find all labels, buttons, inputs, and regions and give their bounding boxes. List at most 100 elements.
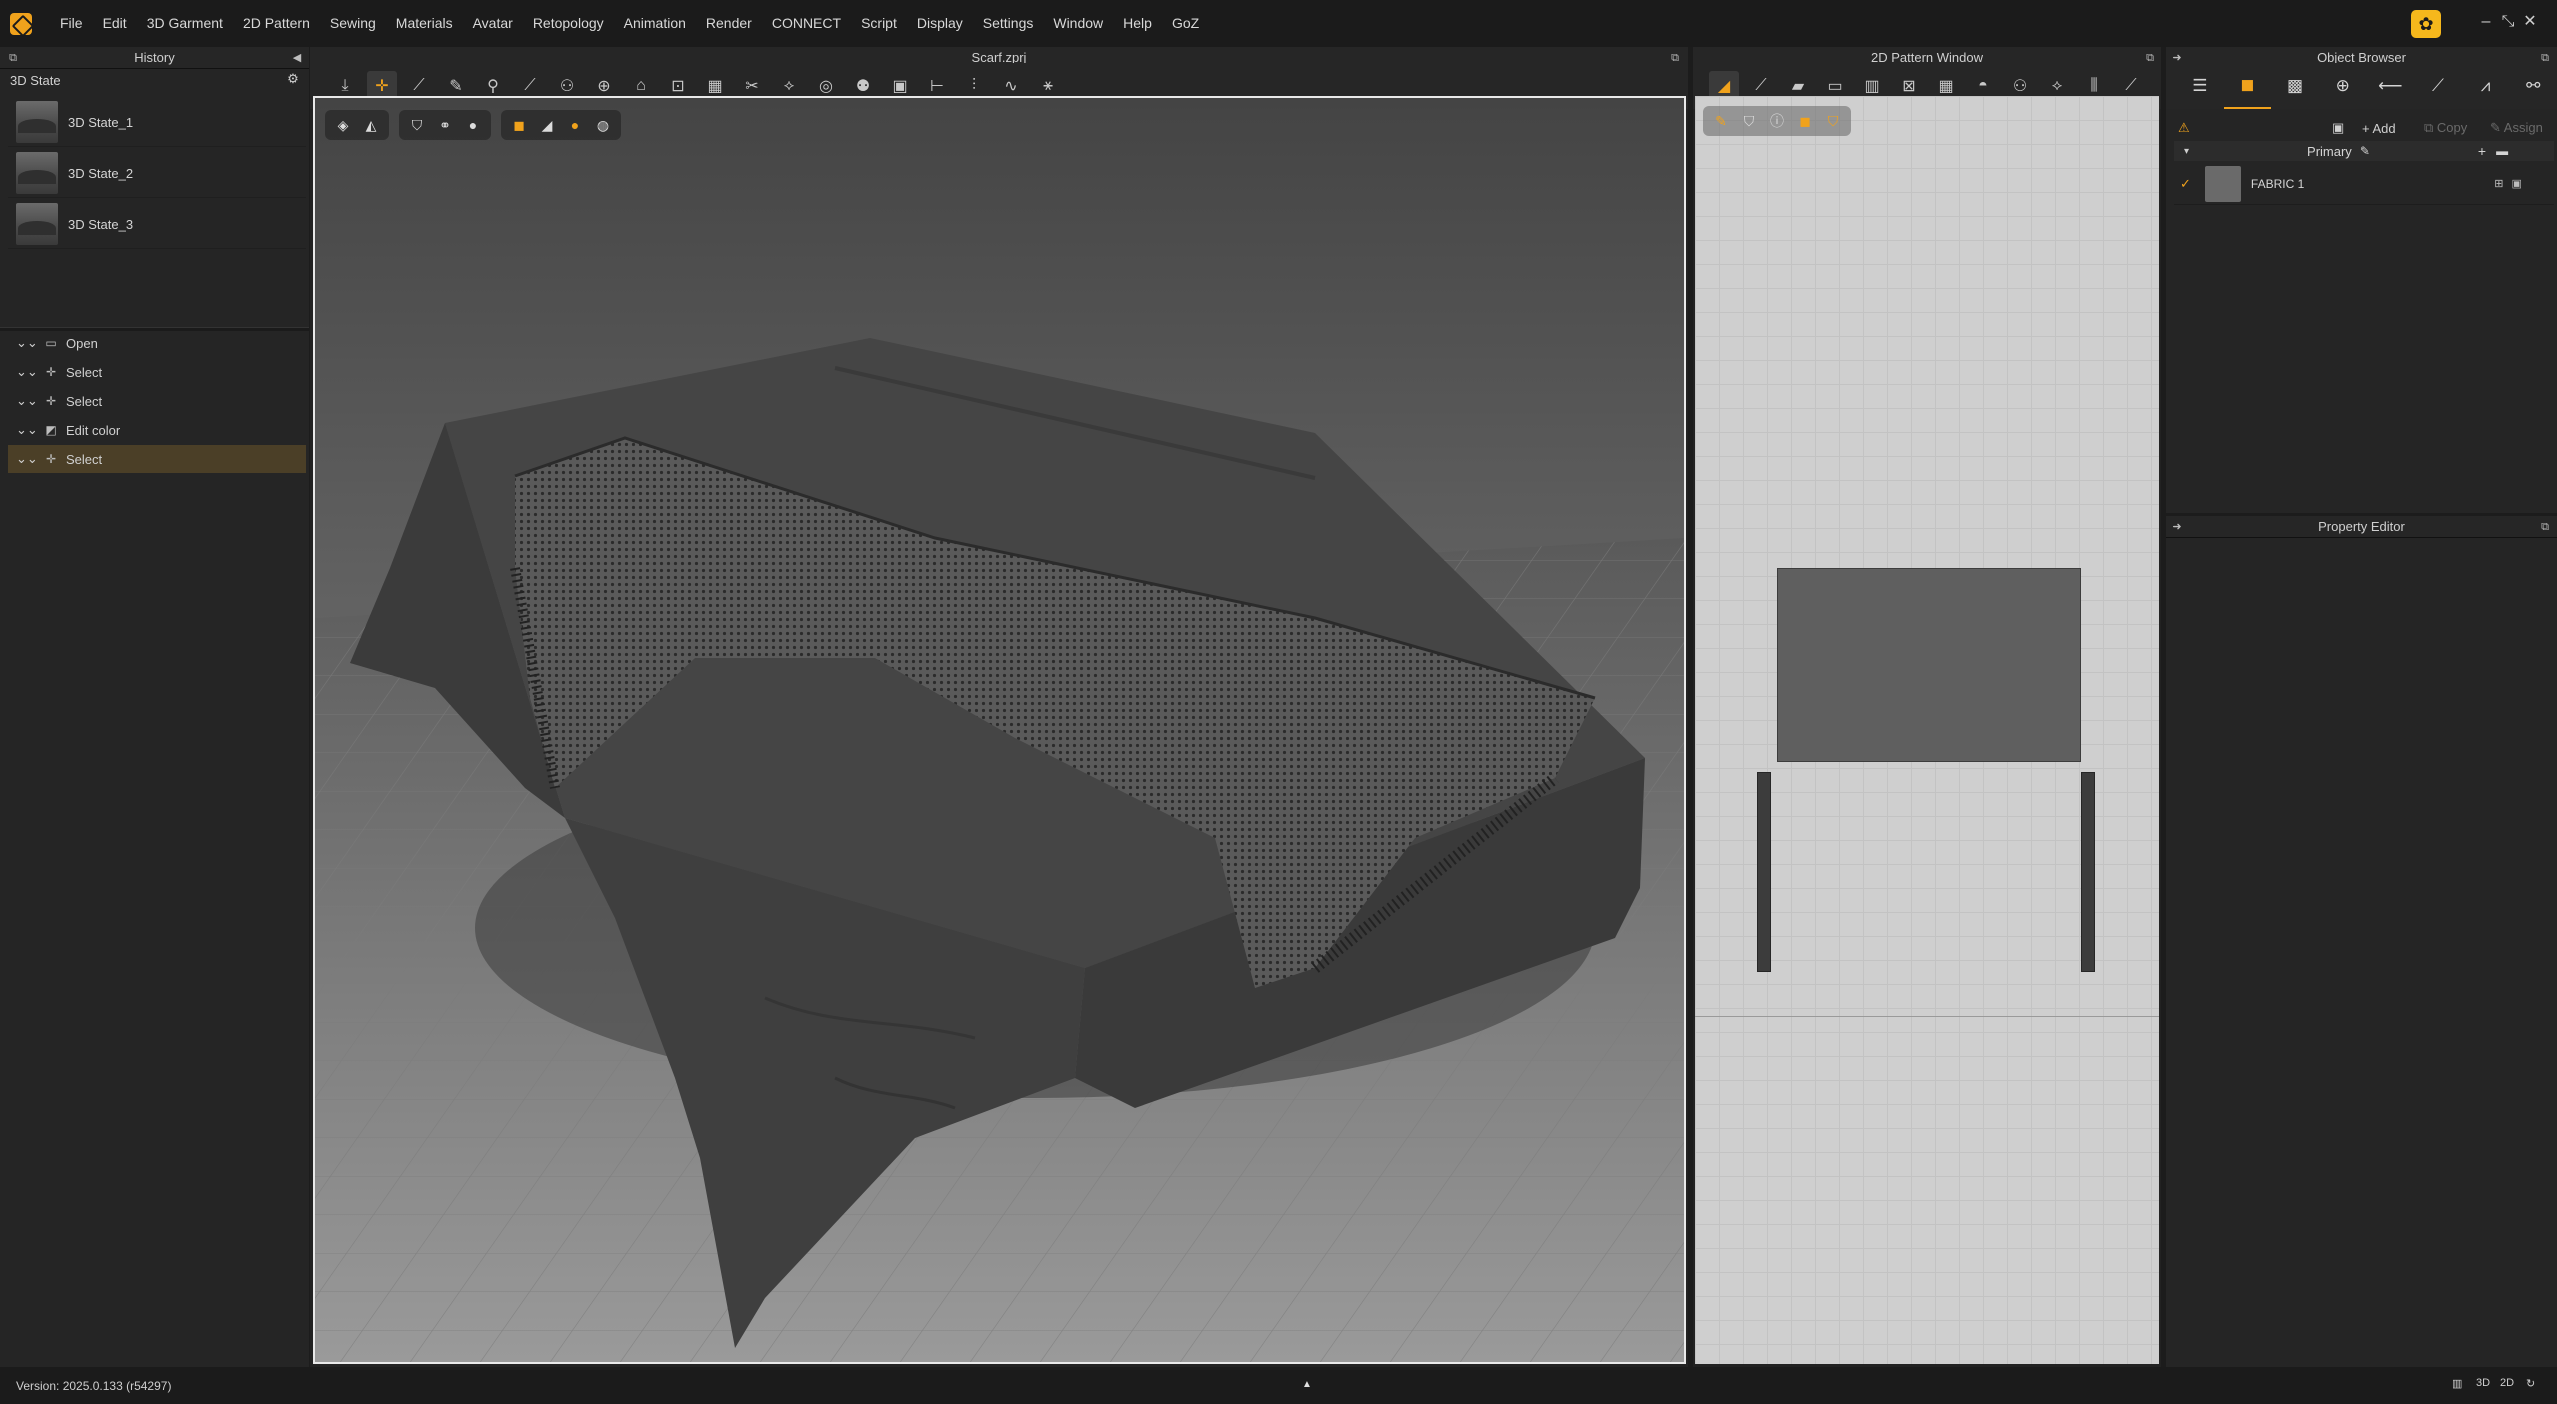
import-folder-icon[interactable]: ▣ bbox=[2332, 120, 2344, 136]
tab-zipper[interactable]: ⩘ bbox=[2462, 63, 2510, 109]
menu-file[interactable]: File bbox=[50, 0, 93, 47]
tab-topstitch[interactable]: ⟋ bbox=[2414, 63, 2462, 109]
history-row-select-current[interactable]: ⌄⌄ ✛ Select bbox=[8, 445, 306, 473]
state-item[interactable]: 3D State_3 bbox=[8, 200, 306, 249]
tab-trims[interactable]: ⚯ bbox=[2509, 63, 2557, 109]
lighting-icon[interactable]: ● bbox=[563, 113, 587, 137]
menu-edit[interactable]: Edit bbox=[93, 0, 137, 47]
state-name: 3D State_3 bbox=[68, 216, 134, 232]
sewing-lines-icon[interactable]: ⚭ bbox=[433, 113, 457, 137]
menu-help[interactable]: Help bbox=[1113, 0, 1162, 47]
collapse-arrow-icon[interactable]: ◀ bbox=[288, 47, 306, 69]
tab-scene-list[interactable]: ☰ bbox=[2176, 63, 2224, 109]
history-row-select[interactable]: ⌄⌄ ✛ Select bbox=[8, 387, 306, 415]
menu-display[interactable]: Display bbox=[907, 0, 973, 47]
minimize-button[interactable]: – bbox=[2476, 10, 2496, 34]
add-colorway-icon[interactable]: + bbox=[2478, 143, 2486, 159]
2d-pattern-panel: 2D Pattern Window ⧉ ◢ ⟋ ▰ ▭ ▥ ⊠ ▦ ◓ ⚇ ⟡ … bbox=[1693, 47, 2161, 1367]
menu-avatar[interactable]: Avatar bbox=[463, 0, 523, 47]
state-item[interactable]: 3D State_1 bbox=[8, 98, 306, 147]
history-row-select[interactable]: ⌄⌄ ✛ Select bbox=[8, 358, 306, 386]
2d-pattern-canvas[interactable]: ✎ ⛉ ⓘ ◼ ⛉ bbox=[1695, 96, 2159, 1364]
colorway-group-row[interactable]: ▾ Primary ✎ + ▬ bbox=[2174, 141, 2554, 161]
double-chevron-icon: ⌄⌄ bbox=[16, 393, 38, 408]
viewport-overlay-toolbar: ◈ ◭ ⛉ ⚭ ● ◼ ◢ ● ◍ bbox=[325, 110, 621, 140]
info-icon[interactable]: ⓘ bbox=[1765, 109, 1789, 133]
copy-fabric-button[interactable]: ⧉ Copy bbox=[2424, 120, 2467, 136]
menu-materials[interactable]: Materials bbox=[386, 0, 463, 47]
menu-connect[interactable]: CONNECT bbox=[762, 0, 851, 47]
double-chevron-icon: ⌄⌄ bbox=[16, 451, 38, 466]
collapse-triangle-icon[interactable]: ▾ bbox=[2184, 146, 2189, 157]
fabric-name: FABRIC 1 bbox=[2250, 176, 2305, 191]
menu-retopology[interactable]: Retopology bbox=[523, 0, 614, 47]
3d-viewport[interactable]: ◈ ◭ ⛉ ⚭ ● ◼ ◢ ● ◍ bbox=[313, 96, 1686, 1364]
view-mode-icon[interactable]: ◈ bbox=[331, 113, 355, 137]
menu-3d-garment[interactable]: 3D Garment bbox=[137, 0, 233, 47]
double-chevron-icon: ⌄⌄ bbox=[16, 364, 38, 379]
display-group: ⛉ ⚭ ● bbox=[399, 110, 491, 140]
fabric-list-item[interactable]: ✓ FABRIC 1 ⊞ ▣ bbox=[2174, 163, 2554, 205]
garment-color-icon[interactable]: ⛉ bbox=[1821, 109, 1845, 133]
garment-shade-icon[interactable]: ◭ bbox=[359, 113, 383, 137]
assign-fabric-button[interactable]: ✎ Assign bbox=[2490, 120, 2543, 136]
apply-fabric-icon[interactable]: ⊞ bbox=[2494, 177, 2503, 190]
pattern-piece-main[interactable] bbox=[1777, 568, 2081, 762]
add-fabric-button[interactable]: + Add bbox=[2362, 121, 2396, 136]
warning-icon[interactable]: ⚠ bbox=[2178, 120, 2190, 136]
panel-float-icon[interactable]: ⧉ bbox=[4, 47, 22, 69]
shading-icon[interactable]: ◢ bbox=[535, 113, 559, 137]
restore-button[interactable]: ⤡ bbox=[2498, 10, 2518, 34]
edit-color-icon: ◩ bbox=[45, 423, 57, 437]
checkmark-icon: ✓ bbox=[2180, 175, 2191, 191]
state-item[interactable]: 3D State_2 bbox=[8, 149, 306, 198]
layout-3d-icon[interactable]: 3D bbox=[2476, 1377, 2490, 1389]
tab-graphic[interactable]: ▩ bbox=[2271, 63, 2319, 109]
fabric-texture-icon[interactable]: ◼ bbox=[1793, 109, 1817, 133]
history-row-open[interactable]: ⌄⌄ ▭ Open bbox=[8, 329, 306, 357]
pattern-piece-fringe-left[interactable] bbox=[1757, 772, 1771, 972]
shirt-icon[interactable]: ⛉ bbox=[1737, 109, 1761, 133]
object-browser-panel: ➜ Object Browser ⧉ ☰ ◼ ▩ ⊕ ⟵ ⟋ ⩘ ⚯ ⚠ ▣ +… bbox=[2166, 47, 2557, 513]
menu-sewing[interactable]: Sewing bbox=[320, 0, 386, 47]
group-name: Primary bbox=[2307, 143, 2352, 159]
environment-globe-icon[interactable]: ◍ bbox=[591, 113, 615, 137]
app-logo-icon[interactable] bbox=[10, 12, 32, 35]
pattern-piece-fringe-right[interactable] bbox=[2081, 772, 2095, 972]
folder-icon[interactable]: ▬ bbox=[2496, 144, 2508, 158]
pencil-icon[interactable]: ✎ bbox=[1709, 109, 1733, 133]
edit-pencil-icon[interactable]: ✎ bbox=[2360, 144, 2370, 158]
3d-viewport-panel: Scarf.zprj ⧉ ⤓ ✛ ⟋ ✎ ⚲ ⟋ ⚇ ⊕ ⌂ ⊡ ▦ ✂ ⟡ ◎… bbox=[310, 47, 1688, 1367]
layout-2d-icon[interactable]: 2D bbox=[2500, 1377, 2514, 1389]
menu-script[interactable]: Script bbox=[851, 0, 907, 47]
expand-up-icon[interactable]: ▲ bbox=[1302, 1379, 1312, 1390]
shirt-icon[interactable]: ⛉ bbox=[405, 113, 429, 137]
connect-icon[interactable]: ✿ bbox=[2411, 10, 2441, 38]
menu-settings[interactable]: Settings bbox=[973, 0, 1044, 47]
tab-buttonhole[interactable]: ⟵ bbox=[2367, 63, 2415, 109]
history-row-edit-color[interactable]: ⌄⌄ ◩ Edit color bbox=[8, 416, 306, 444]
menu-animation[interactable]: Animation bbox=[614, 0, 696, 47]
expand-arrow-icon[interactable]: ➜ bbox=[2168, 516, 2186, 538]
state-thumbnail bbox=[16, 203, 58, 245]
add-state-icon[interactable]: ⚙ bbox=[284, 71, 302, 89]
avatar-display-icon[interactable]: ● bbox=[461, 113, 485, 137]
menu-render[interactable]: Render bbox=[696, 0, 762, 47]
panel-float-icon[interactable]: ⧉ bbox=[2536, 516, 2554, 538]
add-label: Add bbox=[2372, 120, 2396, 136]
menu-2d-pattern[interactable]: 2D Pattern bbox=[233, 0, 320, 47]
property-editor-title: Property Editor bbox=[2318, 519, 2405, 534]
render-group: ◼ ◢ ● ◍ bbox=[501, 110, 621, 140]
tab-button[interactable]: ⊕ bbox=[2319, 63, 2367, 109]
delete-fabric-icon[interactable]: ▣ bbox=[2511, 177, 2521, 190]
menu-bar: File Edit 3D Garment 2D Pattern Sewing M… bbox=[0, 0, 2557, 47]
tab-fabric[interactable]: ◼ bbox=[2223, 63, 2272, 109]
menu-goz[interactable]: GoZ bbox=[1162, 0, 1209, 47]
layout-single-icon[interactable]: ▥ bbox=[2452, 1377, 2462, 1390]
refresh-icon[interactable]: ↻ bbox=[2526, 1377, 2535, 1390]
close-button[interactable]: ✕ bbox=[2520, 10, 2540, 34]
menu-window[interactable]: Window bbox=[1043, 0, 1113, 47]
history-row-label: Edit color bbox=[66, 422, 121, 438]
fabric-texture-icon[interactable]: ◼ bbox=[507, 113, 531, 137]
folder-icon: ▭ bbox=[45, 336, 57, 350]
